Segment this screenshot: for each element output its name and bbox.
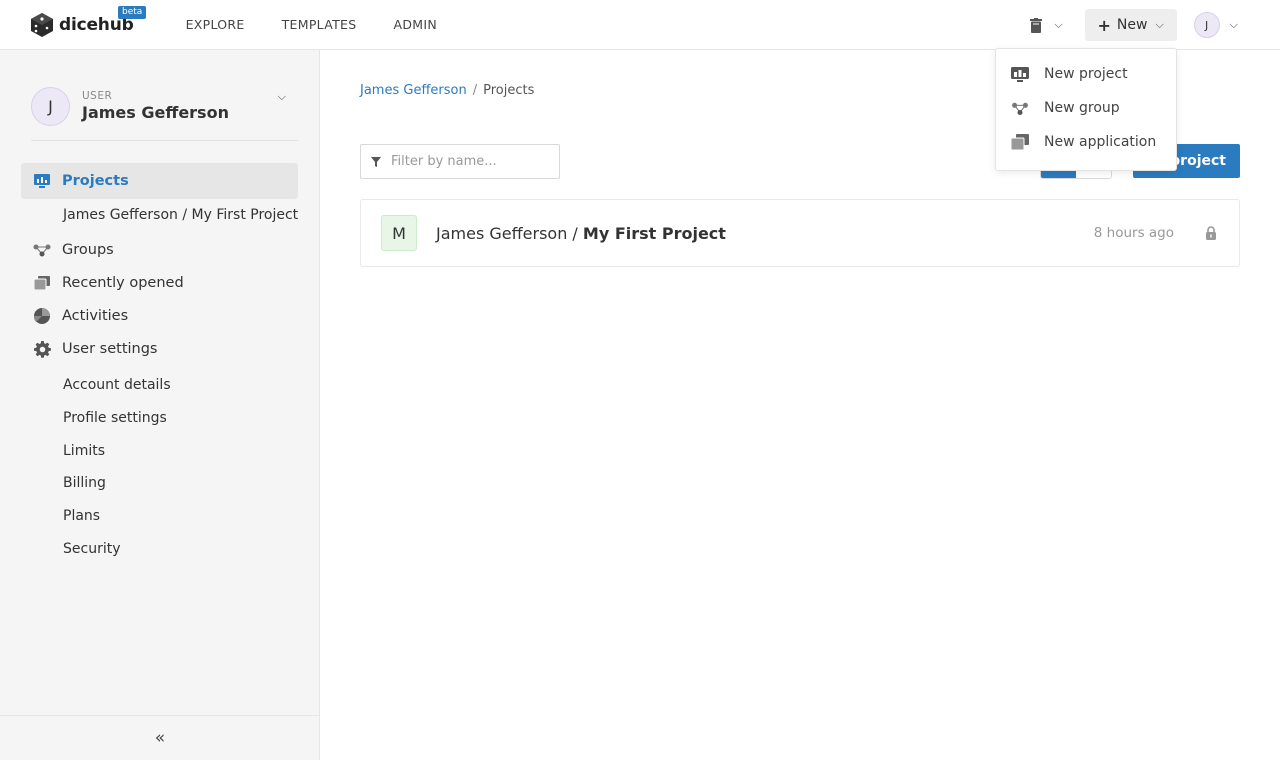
- user-switcher[interactable]: J USER James Gefferson ⌵: [31, 76, 298, 136]
- new-button[interactable]: + New ⌵: [1084, 9, 1177, 41]
- plus-icon: +: [1097, 15, 1111, 35]
- sidebar-item-label: Groups: [62, 242, 114, 258]
- project-name: My First Project: [582, 223, 726, 243]
- menu-item-label: New project: [1044, 66, 1128, 82]
- breadcrumb-current: Projects: [483, 83, 535, 98]
- user-role: USER: [82, 90, 113, 102]
- project-owner: James Gefferson: [436, 223, 568, 243]
- sidebar-item-groups[interactable]: Groups: [21, 232, 298, 268]
- chevron-down-icon: ⌵: [1229, 18, 1238, 31]
- activities-icon: [33, 307, 51, 325]
- sidebar-item-recently-opened[interactable]: Recently opened: [21, 265, 298, 301]
- sidebar-item-label: User settings: [62, 341, 158, 357]
- beta-badge: beta: [118, 5, 147, 19]
- nav-templates[interactable]: TEMPLATES: [282, 17, 357, 32]
- sidebar-item-user-settings[interactable]: User settings: [21, 331, 298, 367]
- projects-icon: [33, 172, 51, 190]
- nav-admin[interactable]: ADMIN: [393, 17, 437, 32]
- sidebar-item-label: Projects: [62, 173, 129, 189]
- user-menu-button[interactable]: J ⌵: [1193, 12, 1238, 38]
- filter-icon: [371, 156, 381, 167]
- main-nav: EXPLORE TEMPLATES ADMIN: [186, 17, 474, 32]
- create-project-label: project: [1170, 153, 1226, 169]
- trash-icon: [1030, 17, 1043, 33]
- top-bar: dicehub beta EXPLORE TEMPLATES ADMIN ⌵ +…: [0, 0, 1280, 50]
- project-separator: /: [567, 223, 583, 243]
- sidebar: J USER James Gefferson ⌵ Projects James …: [0, 50, 320, 760]
- menu-item-new-application[interactable]: New application: [996, 127, 1176, 157]
- chevron-down-icon: ⌵: [277, 90, 286, 103]
- project-avatar: M: [381, 215, 417, 251]
- application-icon: [1011, 133, 1029, 151]
- nav-explore[interactable]: EXPLORE: [186, 17, 245, 32]
- top-right-actions: ⌵ + New ⌵ J ⌵: [1030, 0, 1280, 50]
- sidebar-item-label: Activities: [62, 308, 129, 324]
- chevron-down-icon: ⌵: [1054, 18, 1063, 31]
- filter-box: [360, 144, 560, 179]
- menu-item-new-project[interactable]: New project: [996, 59, 1176, 89]
- project-title[interactable]: James Gefferson / My First Project: [436, 224, 726, 243]
- new-button-label: New: [1116, 17, 1148, 33]
- user-name: James Gefferson: [82, 103, 229, 122]
- groups-icon: [33, 241, 51, 259]
- menu-item-new-group[interactable]: New group: [996, 93, 1176, 123]
- sidebar-item-projects[interactable]: Projects: [21, 163, 298, 199]
- breadcrumb: James Gefferson / Projects: [360, 83, 534, 98]
- settings-item-account-details[interactable]: Account details: [63, 377, 171, 393]
- menu-item-label: New application: [1044, 134, 1157, 150]
- breadcrumb-separator: /: [472, 83, 478, 98]
- menu-item-label: New group: [1044, 100, 1120, 116]
- settings-item-profile-settings[interactable]: Profile settings: [63, 410, 167, 426]
- lock-icon: [1206, 226, 1216, 240]
- project-icon: [1011, 65, 1029, 83]
- divider: [31, 140, 298, 141]
- recently-opened-icon: [33, 274, 51, 292]
- breadcrumb-user-link[interactable]: James Gefferson: [360, 83, 467, 98]
- trash-menu-button[interactable]: ⌵: [1030, 17, 1063, 33]
- settings-item-plans[interactable]: Plans: [63, 508, 100, 524]
- sidebar-item-label: Recently opened: [62, 275, 184, 291]
- group-icon: [1011, 99, 1029, 117]
- project-row[interactable]: M James Gefferson / My First Project 8 h…: [360, 199, 1240, 267]
- new-dropdown-menu: New project New group New application: [995, 48, 1177, 171]
- settings-item-limits[interactable]: Limits: [63, 443, 105, 459]
- dice-logo-icon: [31, 12, 53, 37]
- gear-icon: [33, 340, 51, 358]
- double-chevron-left-icon: «: [154, 728, 166, 748]
- user-avatar: J: [31, 86, 70, 126]
- project-updated-time: 8 hours ago: [1093, 225, 1174, 241]
- settings-item-billing[interactable]: Billing: [63, 475, 106, 491]
- logo[interactable]: dicehub beta: [30, 0, 147, 50]
- chevron-down-icon: ⌵: [1155, 18, 1164, 31]
- collapse-sidebar-button[interactable]: «: [0, 715, 320, 760]
- avatar: J: [1193, 12, 1220, 38]
- filter-input[interactable]: [391, 154, 551, 169]
- sidebar-item-activities[interactable]: Activities: [21, 298, 298, 334]
- sidebar-item-my-first-project[interactable]: James Gefferson / My First Project: [63, 207, 298, 223]
- settings-item-security[interactable]: Security: [63, 541, 121, 557]
